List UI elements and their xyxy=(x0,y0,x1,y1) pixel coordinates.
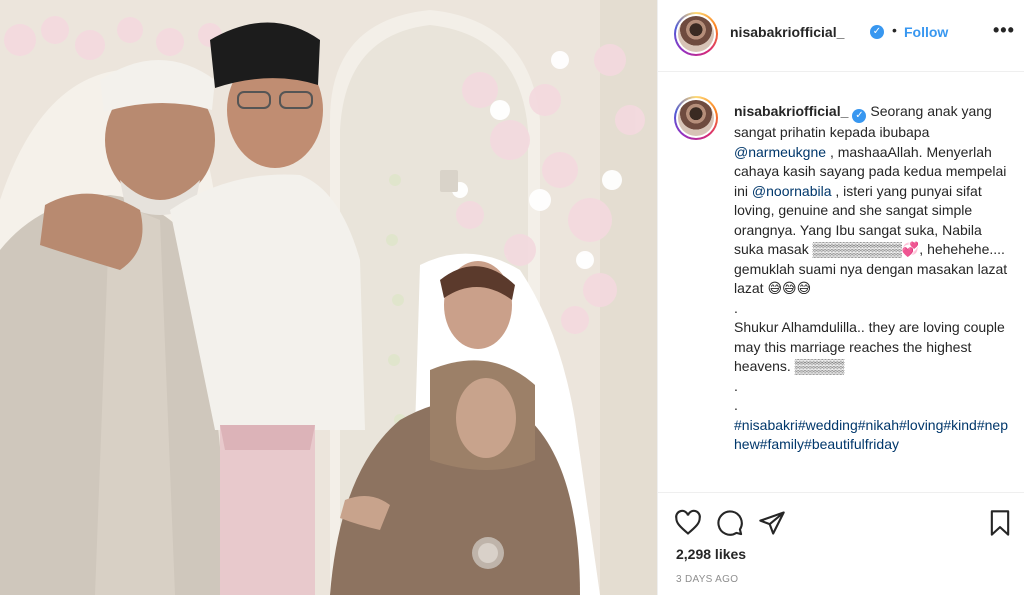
caption-avatar-image xyxy=(678,100,714,136)
paper-plane-icon[interactable] xyxy=(758,509,786,537)
post-caption: nisabakriofficial_ ✓ Seorang anak yang san… xyxy=(734,102,1014,455)
wedding-family-photo xyxy=(0,0,657,595)
bookmark-icon[interactable] xyxy=(986,509,1014,537)
more-options-icon[interactable]: ••• xyxy=(993,20,1015,41)
mention-narmeukgne[interactable]: @narmeukgne xyxy=(734,144,826,160)
caption-text-2: , mashaaAllah. xyxy=(829,143,923,160)
post-date[interactable]: 3 DAYS AGO xyxy=(676,574,738,585)
instagram-post: nisabakriofficial_ ✓ • Follow ••• nisaba… xyxy=(0,0,1024,595)
comments-section[interactable]: nisabakriofficial_ ✓ Seorang anak yang san… xyxy=(658,72,1024,492)
avatar[interactable] xyxy=(674,12,718,56)
likes-count[interactable]: 2,298 likes xyxy=(676,546,746,562)
verified-badge-icon: ✓ xyxy=(870,25,884,39)
caption-avatar[interactable] xyxy=(674,96,718,140)
post-actions: 2,298 likes 3 DAYS AGO xyxy=(658,492,1024,595)
caption-dot-1: . xyxy=(734,299,738,316)
caption-dot-3: . xyxy=(734,397,738,413)
caption-dot-2: . xyxy=(734,377,738,394)
header-username[interactable]: nisabakriofficial_ xyxy=(730,24,844,40)
post-header: nisabakriofficial_ ✓ • Follow ••• xyxy=(658,0,1024,72)
comment-icon[interactable] xyxy=(716,509,744,537)
mention-noornabila[interactable]: @noornabila xyxy=(752,183,832,199)
post-photo[interactable] xyxy=(0,0,657,595)
hashtags[interactable]: #nisabakri#wedding#nikah#loving#kind#nep… xyxy=(734,417,1008,453)
separator-dot: • xyxy=(892,22,897,38)
follow-button[interactable]: Follow xyxy=(904,24,948,40)
caption-username[interactable]: nisabakriofficial_ xyxy=(734,103,848,119)
avatar-image xyxy=(678,16,714,52)
heart-icon[interactable] xyxy=(674,509,702,537)
caption-text-6: Shukur Alhamdulilla.. they are loving co… xyxy=(734,319,1005,374)
post-side-panel: nisabakriofficial_ ✓ • Follow ••• nisaba… xyxy=(657,0,1024,595)
caption-verified-badge-icon: ✓ xyxy=(852,109,867,123)
